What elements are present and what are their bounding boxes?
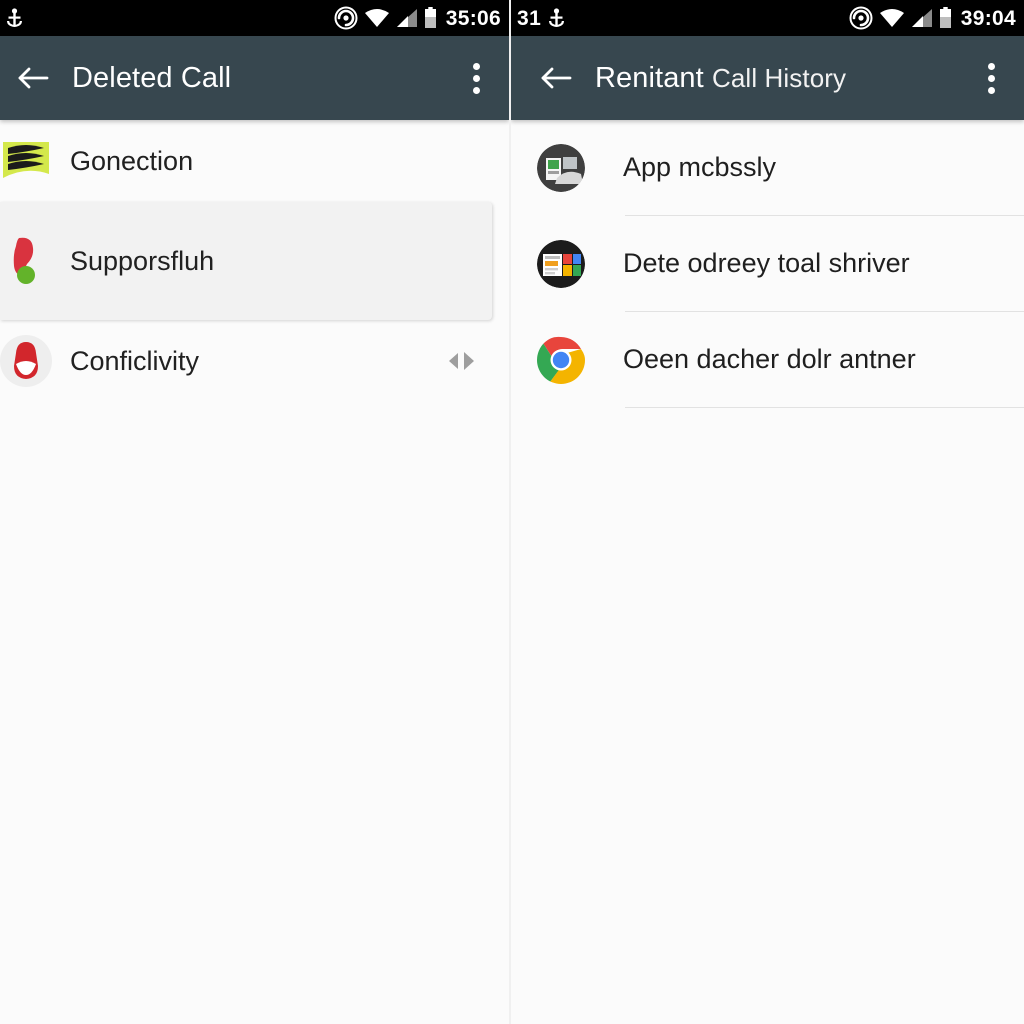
status-bar-left-group	[6, 7, 30, 29]
list-item-label: Dete odreey toal shriver	[623, 248, 910, 278]
status-bar-right-group: 35:06	[334, 6, 501, 30]
list-item-label: Gonection	[70, 145, 194, 176]
wifi-icon	[879, 7, 905, 29]
red-badge-icon	[0, 333, 54, 389]
list-item-label: Conficlivity	[70, 345, 200, 376]
screen-left: 35:06 Deleted Call Gonection Supporsfluh…	[0, 0, 509, 1024]
cast-icon	[849, 6, 873, 30]
status-bar-left-group: 31	[517, 7, 565, 29]
overflow-menu-button[interactable]	[974, 50, 1008, 106]
signal-icon	[911, 8, 933, 28]
photos-gallery-icon	[537, 143, 585, 192]
page-title-secondary: Call History	[712, 62, 847, 93]
overflow-dot	[472, 74, 480, 82]
anchor-icon	[6, 7, 23, 29]
status-left-badge: 31	[517, 6, 542, 30]
page-title-main: Deleted Call	[72, 61, 232, 94]
battery-icon	[424, 7, 437, 29]
back-button[interactable]	[10, 55, 56, 101]
status-bar-right: 31 39:04	[511, 0, 1024, 36]
anchor-icon	[548, 7, 565, 29]
list-item[interactable]: Dete odreey toal shriver	[537, 216, 1024, 311]
dual-screenshot-container: 35:06 Deleted Call Gonection Supporsfluh…	[0, 0, 1024, 1024]
list-item-label: App mcbssly	[623, 152, 777, 182]
page-title: Renitant Call History	[595, 62, 846, 95]
overflow-menu-button[interactable]	[459, 50, 493, 106]
app-bar-left: Deleted Call	[0, 36, 509, 120]
list-item-selected[interactable]: Supporsfluh	[0, 202, 492, 320]
page-title: Deleted Call	[72, 62, 231, 95]
status-clock: 35:06	[445, 6, 501, 30]
overflow-dot	[987, 74, 995, 82]
list-item-label: Oeen dacher dolr antner	[623, 344, 916, 374]
back-button[interactable]	[533, 55, 579, 101]
list-item[interactable]: Gonection	[0, 120, 509, 202]
signal-icon	[396, 8, 418, 28]
resize-handle-icon[interactable]	[448, 350, 475, 372]
list-divider	[625, 407, 1024, 408]
left-list: Gonection Supporsfluh Conficlivity	[0, 120, 509, 402]
battery-icon	[939, 7, 952, 29]
status-clock: 39:04	[960, 6, 1016, 30]
right-list: App mcbssly Dete odreey toal shriver Oee…	[511, 120, 1024, 408]
list-item[interactable]: Conficlivity	[0, 320, 509, 402]
list-item[interactable]: Oeen dacher dolr antner	[537, 312, 1024, 407]
list-item[interactable]: App mcbssly	[537, 120, 1024, 215]
overflow-dot	[987, 62, 995, 70]
chevron-stack-icon	[0, 133, 54, 189]
chrome-icon	[537, 336, 585, 384]
list-item-label: Supporsfluh	[70, 245, 215, 276]
wifi-icon	[364, 7, 390, 29]
news-cards-icon	[537, 239, 585, 288]
status-bar-right-group: 39:04	[849, 6, 1016, 30]
red-phone-icon	[0, 233, 54, 289]
page-title-main: Renitant	[595, 61, 704, 94]
overflow-dot	[987, 86, 995, 94]
overflow-dot	[472, 62, 480, 70]
cast-icon	[334, 6, 358, 30]
overflow-dot	[472, 86, 480, 94]
status-bar-left: 35:06	[0, 0, 509, 36]
app-bar-right: Renitant Call History	[511, 36, 1024, 120]
screen-right: 31 39:04 Renitant Call History App mcbss…	[509, 0, 1024, 1024]
